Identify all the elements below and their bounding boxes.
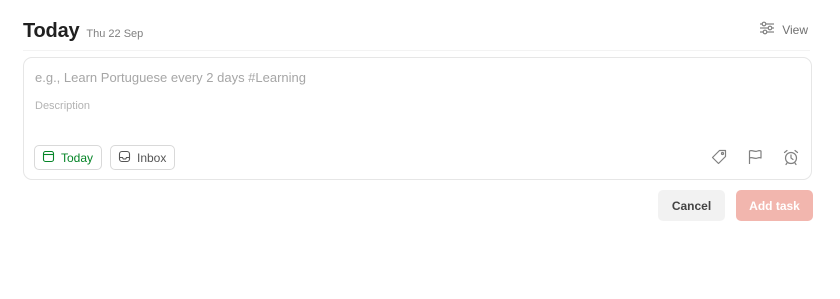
reminder-button[interactable] [780,147,802,169]
sliders-icon [759,21,775,38]
add-task-button[interactable]: Add task [736,190,813,221]
inbox-icon [118,150,131,166]
page-date: Thu 22 Sep [86,27,144,40]
cancel-button[interactable]: Cancel [658,190,725,221]
task-name-input[interactable] [35,70,795,85]
header-divider [23,50,810,51]
due-date-label: Today [61,150,94,165]
due-date-chip[interactable]: Today [34,145,103,170]
flag-icon [746,148,764,169]
page-title: Today [23,19,80,42]
page-header: Today Thu 22 Sep View [23,16,810,46]
label-button[interactable] [708,147,730,169]
tag-icon [710,148,728,169]
project-label: Inbox [137,150,167,165]
priority-button[interactable] [744,147,766,169]
task-editor-page: Today Thu 22 Sep View e.g., Learn Portug… [0,0,840,299]
alarm-clock-icon [782,148,800,169]
view-label: View [782,22,808,37]
calendar-icon [42,150,55,166]
view-button[interactable]: View [757,19,810,40]
task-editor: Today Inbox [23,57,812,180]
description-input[interactable] [35,100,795,112]
project-chip[interactable]: Inbox [110,145,176,170]
